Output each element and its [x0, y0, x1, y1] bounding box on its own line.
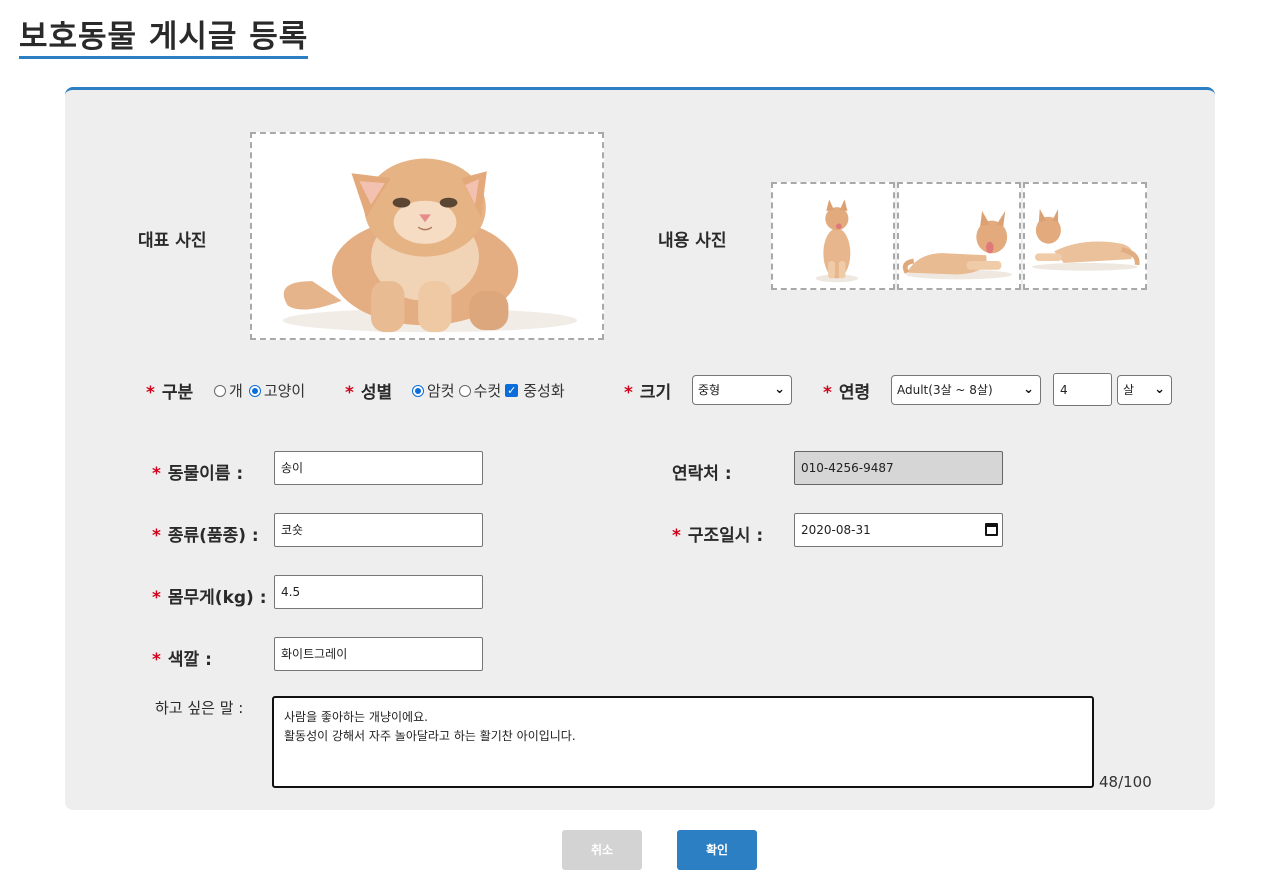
type-option-dog: 개 [229, 382, 243, 400]
message-line-1: 사람을 좋아하는 개냥이에요. [284, 710, 428, 724]
calendar-icon[interactable] [985, 523, 998, 536]
message-label: 하고 싶은 말 : [155, 699, 244, 717]
main-photo-upload[interactable] [250, 132, 604, 340]
message-textarea[interactable]: 사람을 좋아하는 개냥이에요. 활동성이 강해서 자주 놀아달라고 하는 활기찬… [272, 696, 1094, 788]
content-photo-label: 내용 사진 [658, 231, 727, 251]
confirm-button[interactable]: 확인 [677, 830, 757, 870]
main-photo-label: 대표 사진 [138, 231, 207, 251]
cat-stretching-photo [1025, 184, 1145, 288]
name-label: * 동물이름 : [152, 464, 244, 484]
weight-label: * 몸무게(kg) : [152, 588, 267, 608]
message-char-counter: 48/100 [1099, 773, 1152, 791]
type-label: * 구분 [146, 383, 194, 403]
gender-option-male: 수컷 [473, 382, 502, 400]
type-radio-group: 개 고양이 [212, 380, 305, 401]
breed-input[interactable]: 코숏 [274, 513, 483, 547]
size-select[interactable]: 중형 ⌄ [692, 375, 792, 405]
color-label: * 색깔 : [152, 650, 212, 670]
chevron-down-icon: ⌄ [774, 382, 785, 397]
chevron-down-icon: ⌄ [1154, 382, 1165, 397]
cancel-button[interactable]: 취소 [562, 830, 642, 870]
type-radio-cat[interactable] [248, 384, 261, 397]
chevron-down-icon: ⌄ [1023, 382, 1034, 397]
size-label: * 크기 [624, 383, 672, 403]
gender-radio-female[interactable] [412, 384, 424, 397]
content-photo-upload-2[interactable] [897, 182, 1021, 290]
main-cat-photo [253, 134, 601, 338]
content-photo-upload-1[interactable] [771, 182, 895, 290]
cat-sitting-photo [773, 184, 893, 288]
age-number-input[interactable]: 4 [1053, 373, 1112, 406]
contact-input: 010-4256-9487 [794, 451, 1003, 485]
breed-label: * 종류(품종) : [152, 526, 259, 546]
gender-radio-group: 암컷 수컷 ✓ 중성화 [410, 380, 565, 401]
weight-input[interactable]: 4.5 [274, 575, 483, 609]
neutered-checkbox[interactable]: ✓ [505, 384, 519, 397]
gender-option-female: 암컷 [427, 382, 455, 400]
contact-label: 연락처 : [672, 464, 732, 484]
rescue-date-input[interactable]: 2020-08-31 [794, 513, 1003, 547]
color-input[interactable]: 화이트그레이 [274, 637, 483, 671]
rescue-date-label: * 구조일시 : [672, 526, 764, 546]
type-option-cat: 고양이 [263, 382, 306, 400]
gender-label: * 성별 [345, 383, 393, 403]
page-title: 보호동물 게시글 등록 [19, 18, 309, 59]
type-radio-dog[interactable] [214, 384, 226, 397]
age-label: * 연령 [823, 383, 871, 403]
content-photo-upload-3[interactable] [1023, 182, 1147, 290]
cat-lying-photo [899, 184, 1019, 288]
age-unit-select[interactable]: 살 ⌄ [1117, 375, 1172, 405]
message-line-2: 활동성이 강해서 자주 놀아달라고 하는 활기찬 아이입니다. [284, 729, 576, 743]
age-range-select[interactable]: Adult(3살 ~ 8살) ⌄ [891, 375, 1041, 405]
name-input[interactable]: 송이 [274, 451, 483, 485]
gender-radio-male[interactable] [458, 384, 471, 397]
neutered-label: 중성화 [523, 382, 565, 400]
